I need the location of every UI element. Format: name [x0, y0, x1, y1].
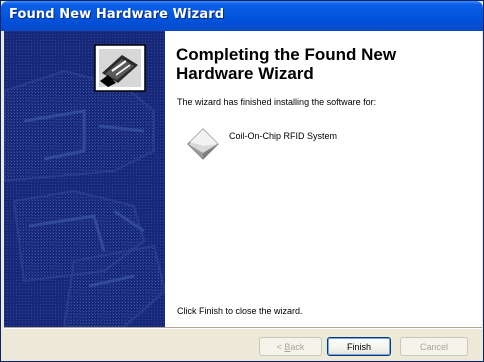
wizard-window: Found New Hardware Wizard Completing the…	[0, 0, 484, 362]
window-title: Found New Hardware Wizard	[9, 7, 225, 22]
wizard-content-panel: Completing the Found New Hardware Wizard…	[165, 31, 482, 327]
back-button-label: ack	[290, 341, 305, 352]
wizard-hardware-icon	[94, 44, 146, 92]
page-heading: Completing the Found New Hardware Wizard	[176, 45, 397, 83]
back-button[interactable]: < Back	[259, 337, 322, 356]
wizard-sidebar-graphic	[4, 31, 165, 327]
device-name: Coil-On-Chip RFID System	[229, 131, 338, 141]
back-button-prefix: <	[276, 341, 285, 352]
install-status-text: The wizard has finished installing the s…	[177, 97, 377, 107]
cancel-button[interactable]: Cancel	[400, 337, 468, 356]
finish-instruction: Click Finish to close the wizard.	[177, 306, 303, 316]
button-separator	[4, 327, 482, 329]
finish-button[interactable]: Finish	[327, 337, 391, 356]
title-bar[interactable]: Found New Hardware Wizard	[1, 1, 483, 31]
hardware-device-icon	[187, 128, 219, 160]
